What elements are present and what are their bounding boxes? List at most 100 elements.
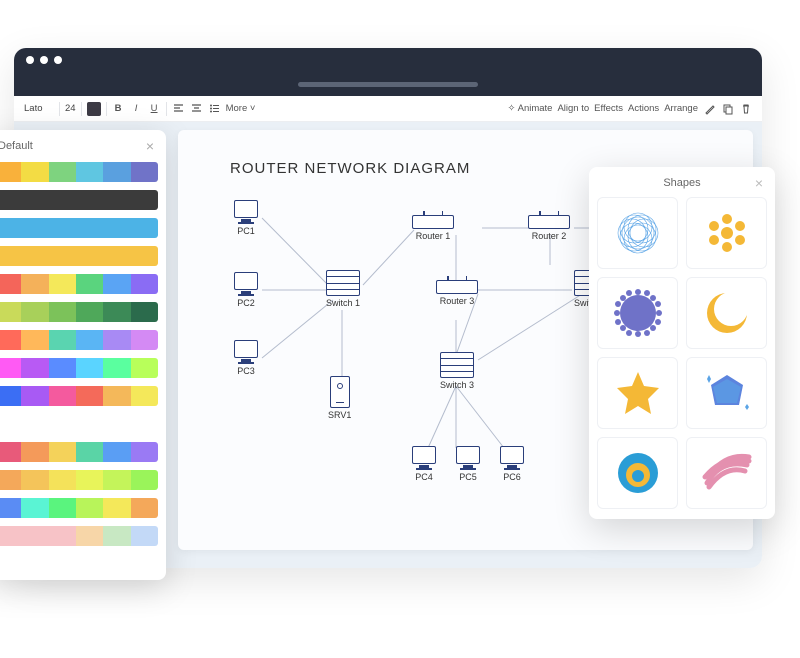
palette-row[interactable] [0,498,158,518]
shape-crescent[interactable] [686,277,767,349]
shape-gear[interactable] [597,277,678,349]
color-swatch[interactable] [103,526,130,546]
color-swatch[interactable] [21,498,48,518]
color-swatch[interactable] [0,162,21,182]
color-swatch[interactable] [21,330,48,350]
shape-concentric-circle[interactable] [597,437,678,509]
color-swatch[interactable] [103,218,130,238]
color-swatch[interactable] [131,414,158,434]
node-pc2[interactable]: PC2 [234,272,258,308]
color-swatch[interactable] [21,386,48,406]
color-swatch[interactable] [49,414,76,434]
color-swatch[interactable] [103,442,130,462]
list-icon[interactable] [208,102,221,115]
align-center-icon[interactable] [190,102,203,115]
color-swatch[interactable] [131,162,158,182]
color-swatch[interactable] [131,386,158,406]
color-swatch[interactable] [76,414,103,434]
color-swatch[interactable] [21,274,48,294]
color-swatch[interactable] [76,302,103,322]
color-swatch[interactable] [49,274,76,294]
paint-brush-icon[interactable] [703,102,716,115]
color-swatch[interactable] [0,330,21,350]
color-swatch[interactable] [49,386,76,406]
shape-spirograph[interactable] [597,197,678,269]
node-srv1[interactable]: SRV1 [328,376,351,420]
palette-row[interactable] [0,190,158,210]
color-swatch[interactable] [0,526,21,546]
palette-row[interactable] [0,218,158,238]
palette-row[interactable] [0,358,158,378]
color-swatch[interactable] [76,330,103,350]
color-swatch[interactable] [131,498,158,518]
palette-row[interactable] [0,246,158,266]
color-swatch[interactable] [76,442,103,462]
color-swatch[interactable] [103,470,130,490]
color-swatch[interactable] [49,498,76,518]
node-router3[interactable]: Router 3 [436,280,478,306]
color-swatch[interactable] [49,302,76,322]
color-swatch[interactable] [21,162,48,182]
palette-row[interactable] [0,414,158,434]
color-swatch[interactable] [49,442,76,462]
color-swatch[interactable] [103,190,130,210]
color-swatch[interactable] [49,358,76,378]
font-size-input[interactable]: 24 [65,103,76,114]
color-swatch[interactable] [21,470,48,490]
color-swatch[interactable] [103,498,130,518]
node-router2[interactable]: Router 2 [528,215,570,241]
color-swatch[interactable] [103,414,130,434]
color-swatch[interactable] [131,526,158,546]
palette-row[interactable] [0,442,158,462]
italic-button[interactable]: I [130,102,143,115]
color-swatch[interactable] [49,190,76,210]
copy-icon[interactable] [721,102,734,115]
node-pc4[interactable]: PC4 [412,446,436,482]
close-icon[interactable]: × [755,175,763,191]
node-router1[interactable]: Router 1 [412,215,454,241]
animate-button[interactable]: ✧ Animate [508,103,553,114]
close-icon[interactable]: × [146,138,154,154]
color-swatch[interactable] [76,470,103,490]
color-swatch[interactable] [131,358,158,378]
underline-button[interactable]: U [148,102,161,115]
node-switch3[interactable]: Switch 3 [440,352,474,390]
effects-button[interactable]: Effects [594,103,623,114]
color-swatch[interactable] [21,442,48,462]
node-pc3[interactable]: PC3 [234,340,258,376]
color-swatch[interactable] [103,386,130,406]
color-swatch[interactable] [76,386,103,406]
palette-row[interactable] [0,386,158,406]
trash-icon[interactable] [739,102,752,115]
color-swatch[interactable] [49,330,76,350]
color-swatch[interactable] [0,190,21,210]
color-swatch[interactable] [0,358,21,378]
color-swatch[interactable] [0,246,21,266]
text-color-picker[interactable] [87,102,101,116]
color-swatch[interactable] [0,498,21,518]
palette-row[interactable] [0,526,158,546]
color-swatch[interactable] [131,442,158,462]
more-menu[interactable]: More ˅ [226,103,256,114]
color-swatch[interactable] [21,526,48,546]
color-swatch[interactable] [76,246,103,266]
color-swatch[interactable] [131,470,158,490]
color-swatch[interactable] [0,218,21,238]
color-swatch[interactable] [49,526,76,546]
shape-dot-cluster[interactable] [686,197,767,269]
color-swatch[interactable] [21,414,48,434]
color-swatch[interactable] [131,302,158,322]
color-swatch[interactable] [21,190,48,210]
color-swatch[interactable] [76,498,103,518]
color-swatch[interactable] [0,386,21,406]
color-swatch[interactable] [76,190,103,210]
color-swatch[interactable] [76,526,103,546]
arrange-button[interactable]: Arrange [664,103,698,114]
alignto-button[interactable]: Align to [557,103,589,114]
color-swatch[interactable] [131,190,158,210]
color-swatch[interactable] [0,274,21,294]
font-family-select[interactable]: Lato [24,103,54,114]
color-swatch[interactable] [0,442,21,462]
color-swatch[interactable] [0,470,21,490]
shape-brush-stroke[interactable] [686,437,767,509]
